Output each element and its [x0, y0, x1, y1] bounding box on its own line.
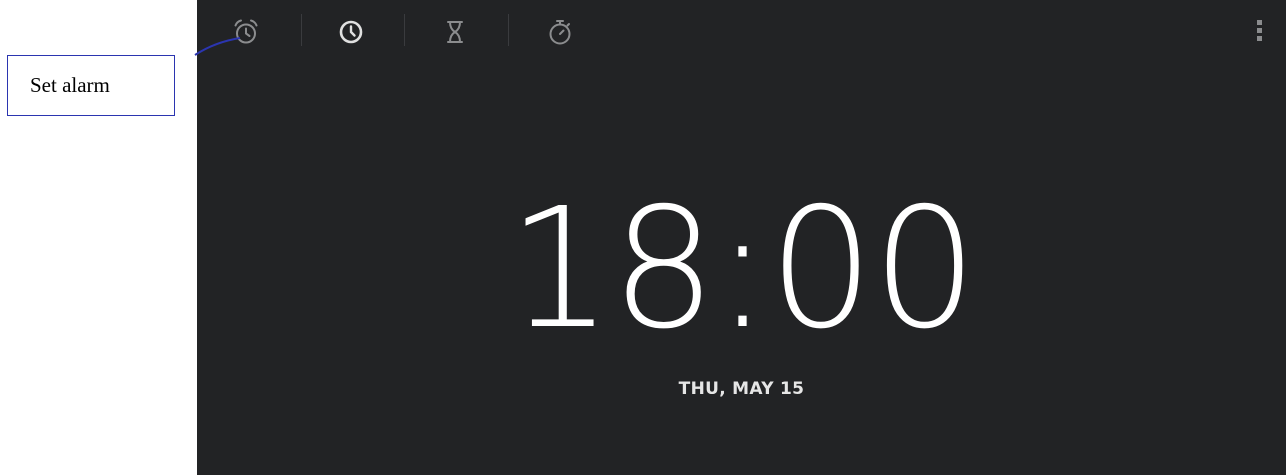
alarm-icon [231, 17, 261, 47]
overflow-menu-icon-dot [1256, 35, 1262, 41]
tab-divider [508, 14, 509, 46]
tab-alarm[interactable] [224, 10, 268, 54]
clock-icon [337, 18, 365, 46]
overflow-menu-icon-dot [1256, 27, 1262, 33]
tab-timer[interactable] [433, 10, 477, 54]
hourglass-timer-icon [442, 18, 468, 46]
callout-label: Set alarm [30, 73, 110, 97]
tab-stopwatch[interactable] [538, 10, 582, 54]
tab-divider [301, 14, 302, 46]
set-alarm-callout: Set alarm [7, 55, 175, 116]
current-date: THU, MAY 15 [678, 379, 805, 399]
tab-clock[interactable] [329, 10, 373, 54]
tab-divider [404, 14, 405, 46]
overflow-menu-button[interactable] [1252, 14, 1266, 46]
clock-app-screen: 18:00 THU, MAY 15 [197, 0, 1286, 475]
current-time: 18:00 [507, 173, 977, 366]
stopwatch-icon [546, 17, 574, 47]
overflow-menu-icon [1256, 19, 1262, 25]
tab-bar [197, 0, 1286, 64]
page: 18:00 THU, MAY 15 Set alarm [0, 0, 1286, 475]
